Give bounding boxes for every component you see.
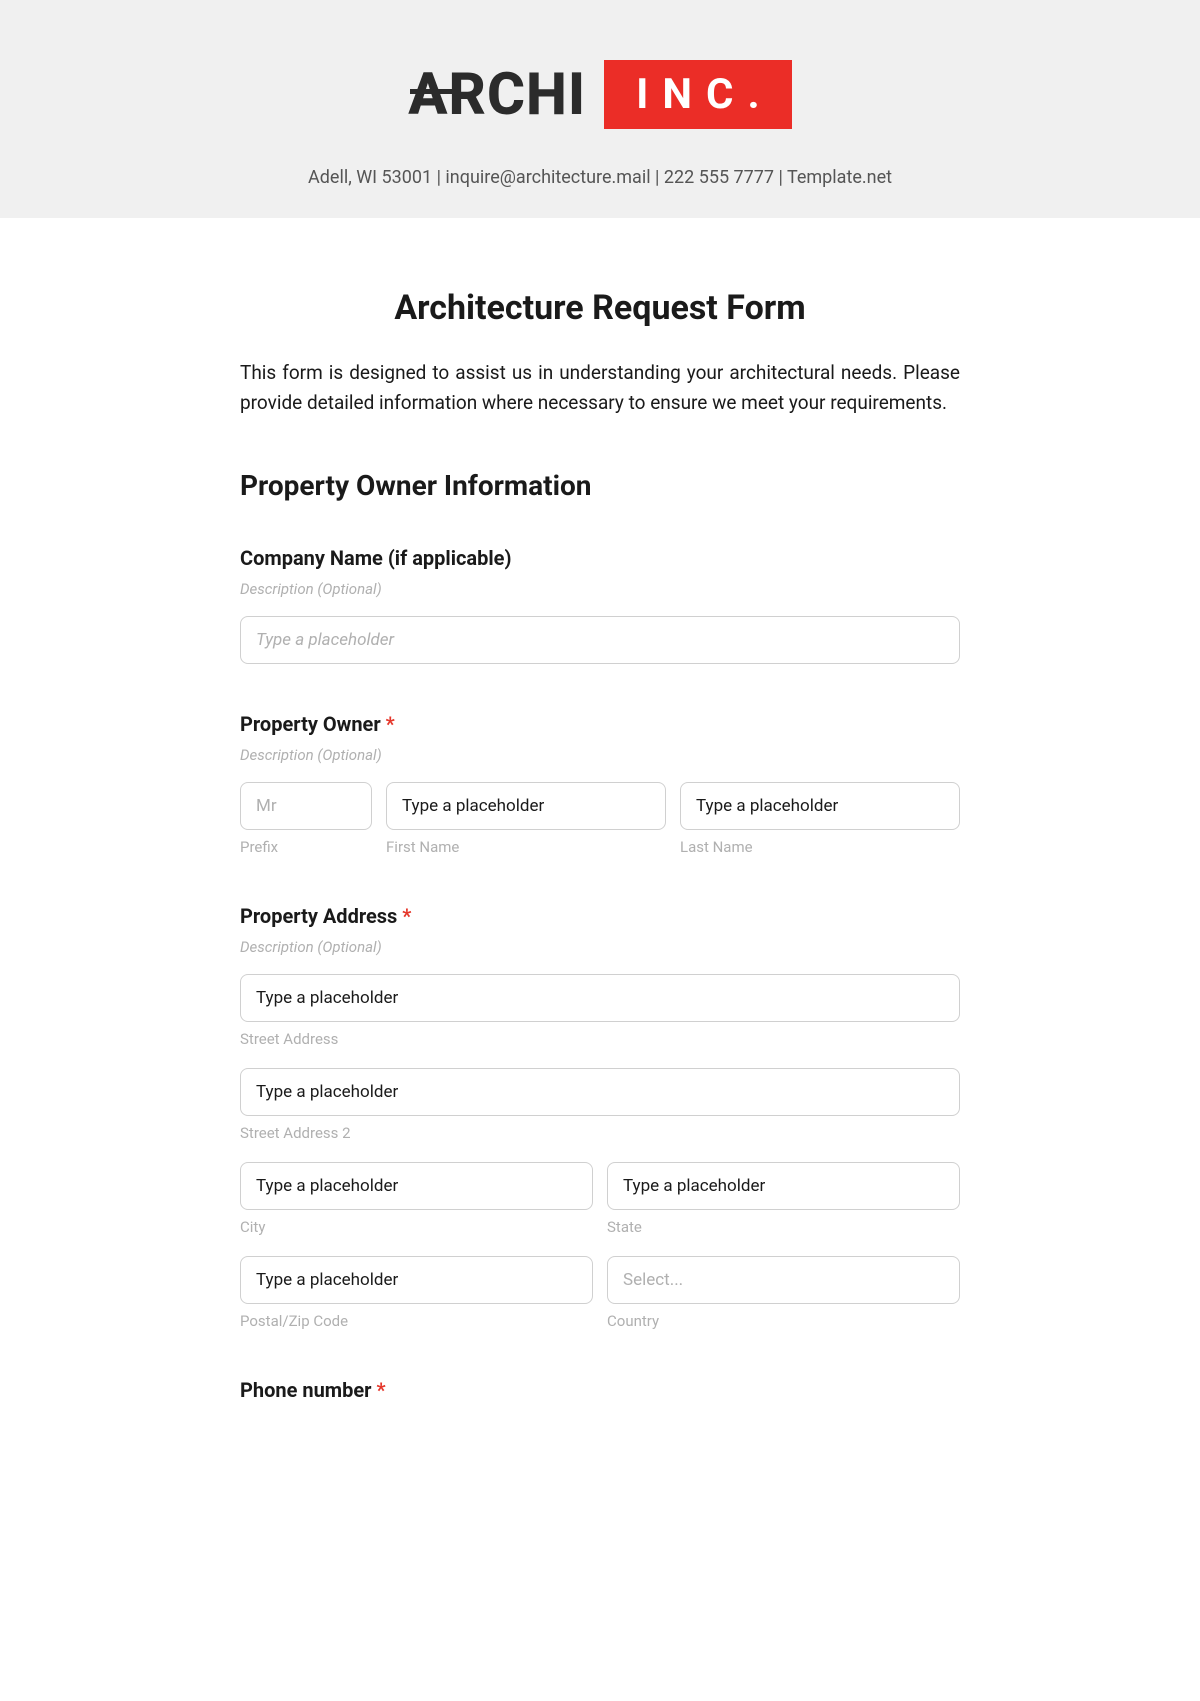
- owner-first-input[interactable]: [386, 782, 666, 830]
- phone-label: Phone number *: [240, 1378, 960, 1402]
- postal-input[interactable]: [240, 1256, 593, 1304]
- logo-text-archi: ARCHI: [408, 61, 586, 129]
- country-select[interactable]: [607, 1256, 960, 1304]
- form-intro: This form is designed to assist us in un…: [240, 358, 960, 419]
- state-input[interactable]: [607, 1162, 960, 1210]
- section-owner-title: Property Owner Information: [240, 469, 960, 502]
- owner-description: Description (Optional): [240, 746, 960, 764]
- street-input[interactable]: [240, 974, 960, 1022]
- field-owner: Property Owner * Description (Optional) …: [240, 712, 960, 856]
- required-mark: *: [386, 712, 395, 736]
- street-sub: Street Address: [240, 1030, 960, 1048]
- owner-last-input[interactable]: [680, 782, 960, 830]
- address-label-text: Property Address: [240, 904, 402, 928]
- form-content: Architecture Request Form This form is d…: [140, 218, 1060, 1490]
- postal-sub: Postal/Zip Code: [240, 1312, 593, 1330]
- owner-last-sub: Last Name: [680, 838, 960, 856]
- company-description: Description (Optional): [240, 580, 960, 598]
- owner-prefix-sub: Prefix: [240, 838, 372, 856]
- page-title: Architecture Request Form: [240, 288, 960, 328]
- field-company: Company Name (if applicable) Description…: [240, 546, 960, 664]
- logo-text-inc: INC.: [604, 60, 792, 129]
- required-mark: *: [402, 904, 411, 928]
- street2-sub: Street Address 2: [240, 1124, 960, 1142]
- city-input[interactable]: [240, 1162, 593, 1210]
- phone-label-text: Phone number: [240, 1378, 376, 1402]
- header-contact: Adell, WI 53001 | inquire@architecture.m…: [20, 167, 1180, 188]
- owner-prefix-input[interactable]: [240, 782, 372, 830]
- company-input[interactable]: [240, 616, 960, 664]
- logo: ARCHI INC.: [408, 60, 791, 129]
- owner-first-sub: First Name: [386, 838, 666, 856]
- field-phone: Phone number *: [240, 1378, 960, 1402]
- state-sub: State: [607, 1218, 960, 1236]
- header-section: ARCHI INC. Adell, WI 53001 | inquire@arc…: [0, 0, 1200, 218]
- city-sub: City: [240, 1218, 593, 1236]
- required-mark: *: [376, 1378, 385, 1402]
- address-label: Property Address *: [240, 904, 960, 928]
- address-description: Description (Optional): [240, 938, 960, 956]
- company-label: Company Name (if applicable): [240, 546, 960, 570]
- owner-label-text: Property Owner: [240, 712, 386, 736]
- owner-label: Property Owner *: [240, 712, 960, 736]
- country-sub: Country: [607, 1312, 960, 1330]
- street2-input[interactable]: [240, 1068, 960, 1116]
- field-address: Property Address * Description (Optional…: [240, 904, 960, 1330]
